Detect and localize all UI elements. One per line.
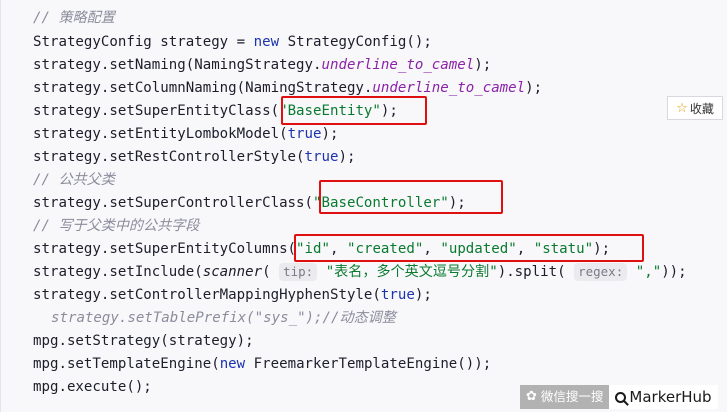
- code-line-set-rest-controller-style: strategy.setRestControllerStyle(true);: [33, 146, 355, 169]
- favorite-button[interactable]: ☆ 收藏: [667, 96, 723, 120]
- parameter-hint: tip:: [279, 263, 318, 281]
- code-text: ).split(: [497, 264, 575, 280]
- static-field: underline_to_camel: [321, 57, 475, 73]
- code-text: ,: [516, 241, 534, 257]
- wechat-icon: ✿: [526, 389, 537, 404]
- code-line-set-controller-mapping-hyphen-style: strategy.setControllerMappingHyphenStyle…: [33, 284, 432, 307]
- code-line-set-template-engine: mpg.setTemplateEngine(new FreemarkerTemp…: [33, 353, 491, 376]
- code-line-set-include: strategy.setInclude(scanner( tip: "表名，多个…: [33, 261, 687, 284]
- code-line-execute: mpg.execute();: [33, 379, 152, 395]
- code-line-comment-common-fields: // 写于父类中的公共字段: [33, 218, 200, 234]
- code-text: );: [593, 241, 611, 257]
- code-line-set-super-entity-class: strategy.setSuperEntityClass("BaseEntity…: [33, 100, 398, 123]
- code-text: ,: [423, 241, 441, 257]
- watermark: ✿ 微信搜一搜 MarkerHub: [520, 385, 718, 409]
- string-literal: "statu": [533, 241, 594, 257]
- code-text: strategy.setSuperControllerClass(: [33, 195, 314, 211]
- watermark-text: 微信搜一搜: [540, 389, 604, 404]
- code-text: );: [474, 57, 492, 73]
- code-text: ,: [330, 241, 347, 257]
- code-line-set-entity-lombok-model: strategy.setEntityLombokModel(true);: [33, 123, 339, 146]
- code-text: FreemarkerTemplateEngine());: [245, 356, 492, 372]
- code-line-set-super-controller-class: strategy.setSuperControllerClass("BaseCo…: [33, 192, 466, 215]
- keyword-new: new: [253, 34, 280, 50]
- code-line-set-strategy: mpg.setStrategy(strategy);: [33, 333, 254, 349]
- code-line-set-naming: strategy.setNaming(NamingStrategy.underl…: [33, 54, 491, 77]
- code-text: );: [448, 195, 466, 211]
- code-editor: // 策略配置 StrategyConfig strategy = new St…: [0, 0, 727, 412]
- watermark-brand-text: MarkerHub: [629, 388, 712, 406]
- code-text: strategy.setRestControllerStyle(: [33, 149, 305, 165]
- code-text: strategy.setSuperEntityClass(: [33, 103, 280, 119]
- code-line-comment-strategy-config: // 策略配置: [33, 10, 115, 26]
- code-text: (: [262, 264, 280, 280]
- code-text: );: [414, 287, 432, 303]
- code-line-set-column-naming: strategy.setColumnNaming(NamingStrategy.…: [33, 77, 542, 100]
- code-text: strategy.setColumnNaming(NamingStrategy.: [33, 80, 373, 96]
- watermark-brand: MarkerHub: [609, 385, 718, 409]
- keyword-new: new: [219, 356, 246, 372]
- code-text: strategy.setControllerMappingHyphenStyle…: [33, 287, 381, 303]
- method-name: scanner: [202, 264, 263, 280]
- favorite-label: 收藏: [689, 101, 714, 116]
- code-line-set-table-prefix: strategy.setTablePrefix("sys_");//动态调整: [51, 310, 396, 326]
- keyword-true: true: [304, 149, 339, 165]
- watermark-search-label: ✿ 微信搜一搜: [520, 385, 610, 409]
- code-text: );: [380, 103, 398, 119]
- string-literal: "BaseController": [313, 195, 449, 211]
- code-text: StrategyConfig strategy =: [33, 34, 254, 50]
- keyword-true: true: [287, 126, 322, 142]
- code-line-set-super-entity-columns: strategy.setSuperEntityColumns("id", "cr…: [33, 238, 610, 261]
- code-text: );: [338, 149, 356, 165]
- string-literal: "created": [346, 241, 424, 257]
- code-text: mpg.setTemplateEngine(: [33, 356, 220, 372]
- static-field: underline_to_camel: [372, 80, 526, 96]
- string-literal: ",": [627, 264, 662, 280]
- code-text: strategy.setEntityLombokModel(: [33, 126, 288, 142]
- code-text: );: [321, 126, 339, 142]
- star-icon: ☆: [676, 100, 688, 116]
- string-literal: "updated": [440, 241, 517, 257]
- code-text: strategy.setSuperEntityColumns(: [33, 241, 297, 257]
- string-literal: "id": [296, 241, 330, 257]
- code-text: strategy.setInclude(: [33, 264, 203, 280]
- code-text: ));: [661, 264, 687, 280]
- string-literal: "表名，多个英文逗号分割": [317, 264, 498, 280]
- code-text: strategy.setNaming(NamingStrategy.: [33, 57, 322, 73]
- code-line-strategy-config: StrategyConfig strategy = new StrategyCo…: [33, 31, 432, 54]
- keyword-true: true: [380, 287, 415, 303]
- code-line-comment-parent-class: // 公共父类: [33, 172, 115, 188]
- code-text: StrategyConfig();: [279, 34, 432, 50]
- code-text: );: [525, 80, 543, 96]
- search-icon: [615, 391, 627, 403]
- string-literal: "BaseEntity": [279, 103, 381, 119]
- parameter-hint: regex:: [574, 263, 628, 281]
